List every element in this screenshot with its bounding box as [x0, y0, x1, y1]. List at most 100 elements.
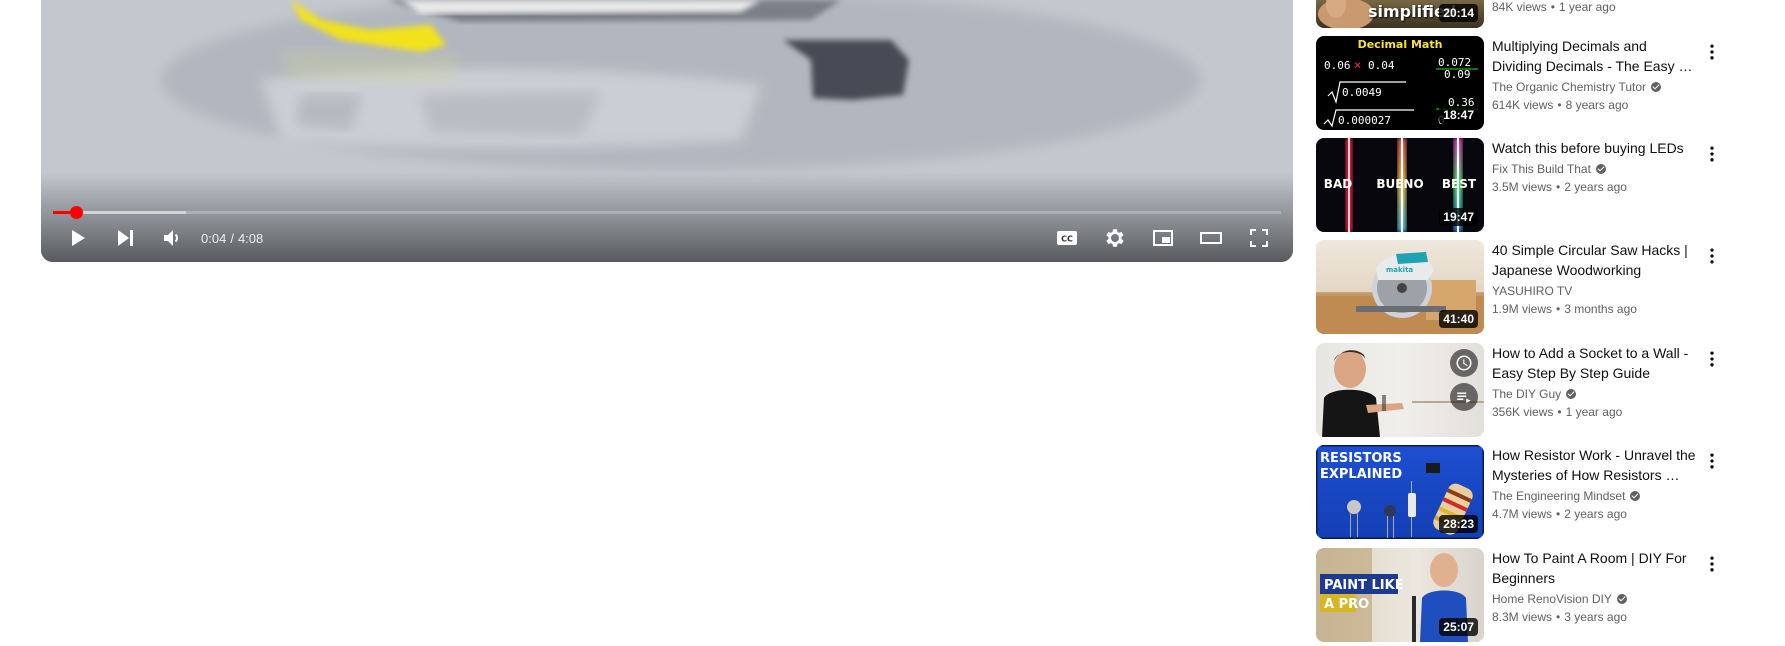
mute-button[interactable] [149, 220, 197, 256]
next-icon [118, 230, 133, 246]
related-video[interactable]: PAINT LIKE A PRO 25:07 How To Paint A Ro… [1316, 548, 1730, 642]
duration-badge: 19:47 [1439, 208, 1478, 226]
upload-age: 2 years ago [1564, 507, 1627, 521]
more-actions-button[interactable] [1700, 40, 1724, 64]
theater-mode-button[interactable] [1187, 220, 1235, 256]
verified-badge-icon [1630, 491, 1641, 501]
verified-badge-icon [1616, 594, 1627, 604]
video-thumbnail[interactable]: makita 41:40 [1316, 240, 1484, 334]
channel-name[interactable]: The DIY Guy [1492, 385, 1561, 403]
video-stats: 614K views • 8 years ago [1492, 98, 1629, 112]
upload-age: 1 year ago [1558, 0, 1616, 14]
channel-name[interactable]: Fix This Build That [1492, 160, 1591, 178]
video-player[interactable]: 0:04/4:08 CC [41, 0, 1293, 262]
add-to-queue-icon [1457, 392, 1471, 403]
related-video[interactable]: Decimal Math 0.06 × 0.04 0.072 0.09 0.00… [1316, 36, 1730, 130]
thumbnail-number: 0.04 [1368, 59, 1395, 72]
channel-name[interactable]: The Engineering Mindset [1492, 487, 1625, 505]
channel-name-row[interactable]: The DIY Guy [1492, 385, 1698, 403]
video-meta: Watch this before buying LEDs Fix This B… [1492, 138, 1698, 196]
thumbnail-heading: A PRO [1324, 597, 1369, 612]
view-count: 1.9M views [1492, 302, 1553, 316]
video-meta: How to Add a Socket to a Wall - Easy Ste… [1492, 343, 1698, 421]
channel-name-row[interactable]: Fix This Build That [1492, 160, 1698, 178]
more-actions-button[interactable] [1700, 552, 1724, 576]
thumbnail-heading: EXPLAINED [1320, 467, 1402, 482]
next-button[interactable] [101, 220, 149, 256]
video-thumbnail[interactable]: PAINT LIKE A PRO 25:07 [1316, 548, 1484, 642]
watch-later-icon [1456, 355, 1472, 371]
video-stats: 356K views • 1 year ago [1492, 405, 1623, 419]
video-thumbnail[interactable] [1316, 343, 1484, 437]
related-video[interactable]: makita 41:40 40 Simple Circular Saw Hack… [1316, 240, 1730, 334]
video-meta: 84K views • 1 year ago [1492, 0, 1698, 16]
video-thumbnail[interactable]: Decimal Math 0.06 × 0.04 0.072 0.09 0.00… [1316, 36, 1484, 130]
view-count: 84K views [1492, 0, 1547, 14]
duration-badge: 25:07 [1439, 618, 1478, 636]
channel-name[interactable]: YASUHIRO TV [1492, 282, 1572, 300]
fullscreen-button[interactable] [1235, 220, 1283, 256]
channel-name[interactable]: The Organic Chemistry Tutor [1492, 78, 1646, 96]
video-meta: 40 Simple Circular Saw Hacks | Japanese … [1492, 240, 1698, 318]
channel-name-row[interactable]: The Organic Chemistry Tutor [1492, 78, 1698, 96]
video-title[interactable]: Watch this before buying LEDs [1492, 138, 1698, 158]
channel-name-row[interactable]: Home RenoVision DIY [1492, 590, 1698, 608]
time-separator: / [230, 230, 234, 246]
video-stats: 84K views • 1 year ago [1492, 0, 1616, 14]
related-video[interactable]: How to Add a Socket to a Wall - Easy Ste… [1316, 343, 1730, 437]
thumbnail-label: BEST [1442, 177, 1477, 191]
upload-age: 3 months ago [1564, 302, 1637, 316]
verified-badge-icon [1651, 82, 1662, 92]
miniplayer-icon [1153, 230, 1173, 246]
add-to-queue-button[interactable] [1450, 383, 1478, 411]
video-thumbnail[interactable]: simplified 20:14 [1316, 0, 1484, 28]
total-duration: 4:08 [237, 230, 264, 246]
thumbnail-label: BUENO [1376, 177, 1423, 191]
more-actions-button[interactable] [1700, 347, 1724, 371]
video-stats: 4.7M views • 2 years ago [1492, 507, 1627, 521]
upload-age: 8 years ago [1565, 98, 1629, 112]
video-title[interactable]: How Resistor Work - Unravel the Mysterie… [1492, 445, 1698, 485]
thumbnail-number: 0.06 [1324, 59, 1351, 72]
video-thumbnail[interactable]: BAD BUENO BEST 19:47 [1316, 138, 1484, 232]
upload-age: 3 years ago [1564, 610, 1627, 624]
captions-button[interactable]: CC [1043, 220, 1091, 256]
related-video[interactable]: BAD BUENO BEST 19:47 Watch this before b… [1316, 138, 1730, 232]
related-video-partial[interactable]: simplified 20:14 84K views • 1 year ago [1316, 0, 1730, 28]
view-count: 3.5M views [1492, 180, 1553, 194]
more-actions-button[interactable] [1700, 449, 1724, 473]
verified-badge-icon [1566, 389, 1577, 399]
more-vert-icon [1710, 453, 1714, 469]
video-title[interactable]: How to Add a Socket to a Wall - Easy Ste… [1492, 343, 1698, 383]
progress-bar[interactable] [53, 206, 1281, 219]
channel-name[interactable]: Home RenoVision DIY [1492, 590, 1612, 608]
view-count: 4.7M views [1492, 507, 1553, 521]
svg-text:CC: CC [1061, 235, 1073, 244]
more-vert-icon [1710, 44, 1714, 60]
thumbnail-heading: Decimal Math [1358, 38, 1443, 51]
miniplayer-button[interactable] [1139, 220, 1187, 256]
channel-name-row[interactable]: YASUHIRO TV [1492, 282, 1698, 300]
duration-badge: 28:23 [1439, 515, 1478, 533]
more-actions-button[interactable] [1700, 142, 1724, 166]
channel-name-row[interactable]: The Engineering Mindset [1492, 487, 1698, 505]
video-stats: 1.9M views • 3 months ago [1492, 302, 1637, 316]
play-icon [72, 230, 85, 246]
theater-icon [1200, 232, 1222, 244]
thumbnail-brand: makita [1386, 266, 1413, 274]
related-videos-sidebar: simplified 20:14 84K views • 1 year ago De… [1316, 0, 1730, 646]
play-button[interactable] [53, 220, 101, 256]
video-title[interactable]: 40 Simple Circular Saw Hacks | Japanese … [1492, 240, 1698, 280]
more-actions-button[interactable] [1700, 244, 1724, 268]
settings-button[interactable] [1091, 220, 1139, 256]
video-title[interactable]: How To Paint A Room | DIY For Beginners [1492, 548, 1698, 588]
thumbnail-operator: × [1354, 58, 1361, 72]
thumbnail-heading: RESISTORS [1320, 451, 1402, 466]
watch-later-button[interactable] [1450, 349, 1478, 377]
upload-age: 2 years ago [1564, 180, 1627, 194]
video-thumbnail[interactable]: RESISTORS EXPLAINED 28:23 [1316, 445, 1484, 539]
upload-age: 1 year ago [1565, 405, 1623, 419]
related-video[interactable]: RESISTORS EXPLAINED 28:23 How Resistor W… [1316, 445, 1730, 539]
video-title[interactable]: Multiplying Decimals and Dividing Decima… [1492, 36, 1698, 76]
duration-badge: 18:47 [1439, 106, 1478, 124]
